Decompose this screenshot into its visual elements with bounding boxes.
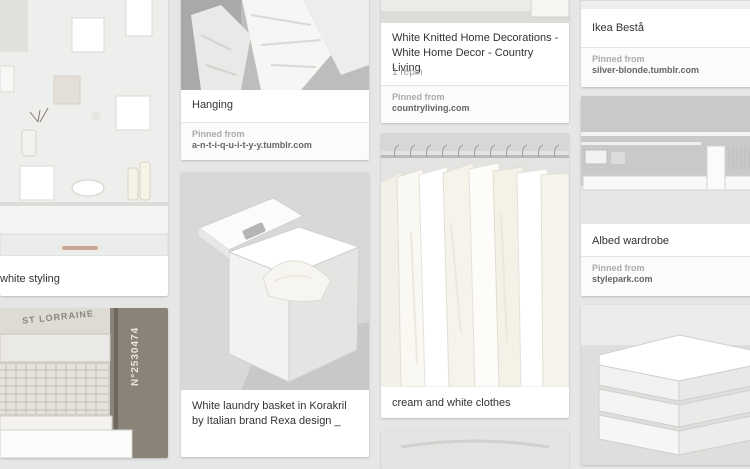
pin-ikea-besta[interactable]: Ikea Bestå Pinned from silver-blonde.tum…	[581, 0, 750, 87]
pin-image[interactable]	[381, 133, 569, 387]
pin-albed-wardrobe[interactable]: Albed wardrobe Pinned from stylepark.com	[581, 96, 750, 296]
pin-description: white styling	[0, 273, 60, 285]
pin-source-link[interactable]: silver-blonde.tumblr.com	[592, 65, 699, 75]
pin-white-boxes[interactable]	[581, 305, 750, 465]
pinned-from-label: Pinned from	[392, 92, 445, 102]
pin-image[interactable]	[381, 429, 569, 469]
pin-image[interactable]	[381, 0, 569, 23]
pin-description: cream and white clothes	[392, 397, 511, 409]
pin-description: Hanging	[192, 99, 233, 111]
pin-partial[interactable]	[381, 429, 569, 469]
pin-attribution[interactable]: Pinned from countryliving.com	[381, 85, 569, 123]
pin-attribution[interactable]: Pinned from stylepark.com	[581, 256, 750, 296]
repin-count: 1 repin	[392, 67, 423, 78]
pin-image[interactable]: ST LORRAINE N°2530474	[0, 308, 168, 458]
pin-description: Albed wardrobe	[592, 235, 670, 247]
pin-image[interactable]	[581, 96, 750, 224]
pinned-from-label: Pinned from	[592, 263, 645, 273]
pin-image[interactable]	[581, 305, 750, 465]
pin-image[interactable]	[0, 0, 168, 256]
pin-source-link[interactable]: a-n-t-i-q-u-i-t-y-y.tumblr.com	[192, 140, 312, 150]
pin-white-styling[interactable]: white styling	[0, 0, 168, 296]
pinned-from-label: Pinned from	[592, 54, 645, 64]
pin-image[interactable]	[581, 0, 750, 9]
pin-image[interactable]	[181, 172, 369, 390]
pin-attribution[interactable]: Pinned from a-n-t-i-q-u-i-t-y-y.tumblr.c…	[181, 122, 369, 160]
pin-image[interactable]	[181, 0, 369, 90]
crate-number: N°2530474	[130, 326, 141, 386]
pin-wicker-basket[interactable]: ST LORRAINE N°2530474	[0, 308, 168, 458]
pin-laundry-basket[interactable]: White laundry basket in Korakril by Ital…	[181, 172, 369, 457]
pinned-from-label: Pinned from	[192, 129, 245, 139]
pin-cream-white-clothes[interactable]: cream and white clothes	[381, 133, 569, 418]
pin-white-knitted-decor[interactable]: White Knitted Home Decorations - White H…	[381, 0, 569, 123]
pin-description: Ikea Bestå	[592, 22, 644, 34]
pin-description: White laundry basket in Korakril by Ital…	[192, 400, 347, 427]
pin-attribution[interactable]: Pinned from silver-blonde.tumblr.com	[581, 47, 750, 87]
pin-source-link[interactable]: countryliving.com	[392, 103, 470, 113]
pin-hanging[interactable]: Hanging Pinned from a-n-t-i-q-u-i-t-y-y.…	[181, 0, 369, 160]
pin-source-link[interactable]: stylepark.com	[592, 274, 653, 284]
